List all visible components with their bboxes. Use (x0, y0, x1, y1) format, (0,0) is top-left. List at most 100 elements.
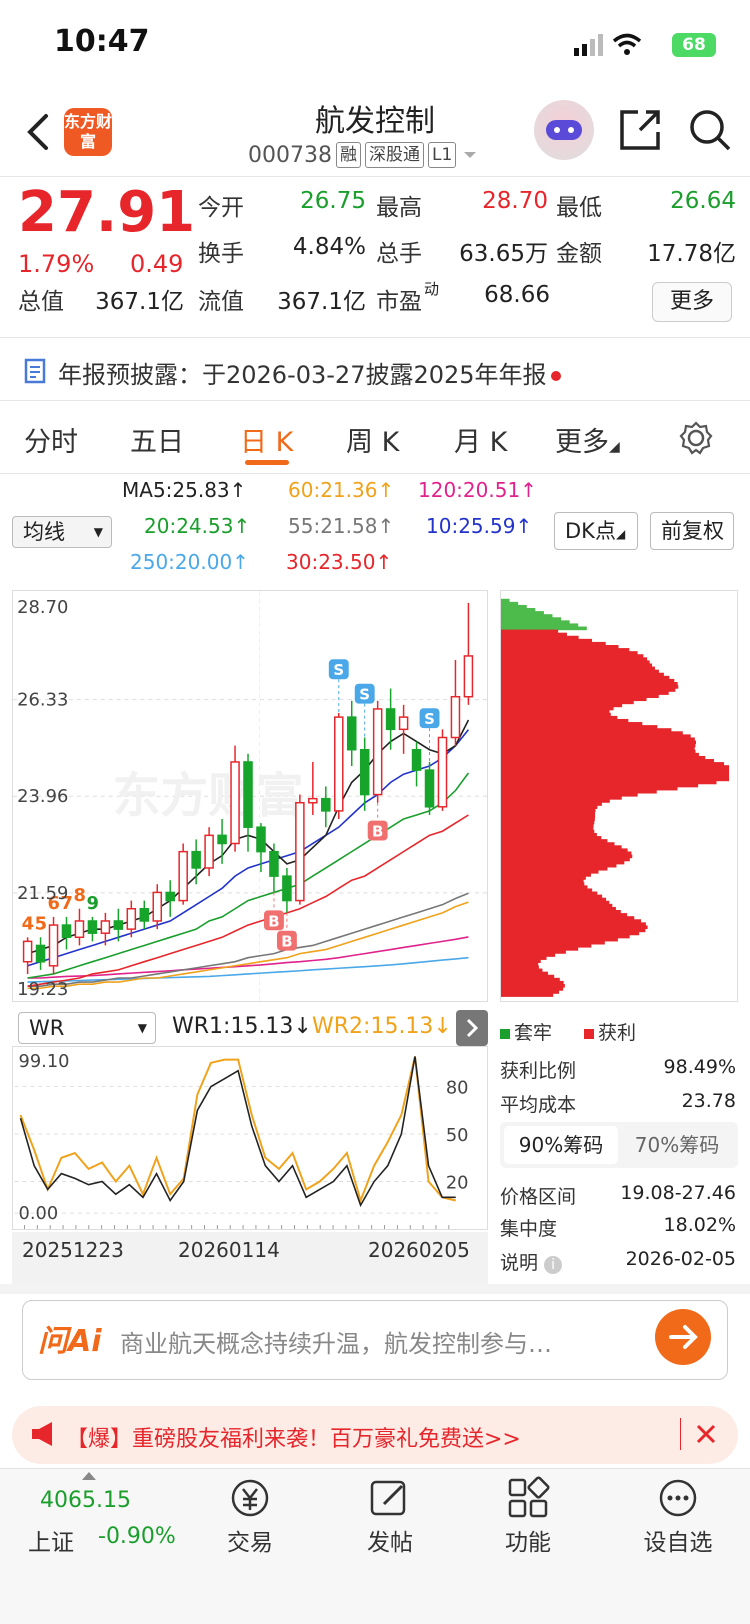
ma-arrow: ↑ (375, 550, 393, 574)
functions-grid-icon[interactable] (506, 1476, 550, 1520)
ma-value: 10:25.59 (426, 514, 516, 538)
more-quote-button[interactable]: 更多 (652, 282, 732, 322)
quote-value: 367.1亿 (277, 289, 366, 315)
candle-down (61, 924, 72, 939)
ma-arrow: ↑ (232, 550, 249, 574)
corner-caret-icon: ◢ (615, 527, 626, 541)
candle-down (424, 769, 435, 808)
candle-down (282, 875, 292, 902)
trade-icon[interactable] (228, 1476, 272, 1520)
ma-value: 20:24.53 (144, 514, 234, 538)
index-value[interactable]: 4065.15 (40, 1488, 131, 1513)
candle-down (165, 891, 175, 902)
candlestick-chart[interactable]: 东方财富4 56 7 8 9BBSSBS28.7026.3323.9621.5919.2… (12, 590, 488, 1002)
quote-label: 总手 (376, 241, 422, 267)
ai-logo: 问Ai (38, 1324, 102, 1359)
ma-value: MA5:25.83 (122, 478, 230, 502)
wr2-arrow: ↓ (433, 1014, 452, 1039)
note-label[interactable]: 说明 i (500, 1248, 563, 1275)
avg-cost-value: 23.78 (681, 1090, 736, 1112)
nav-functions[interactable]: 功能 (478, 1523, 578, 1557)
avg-cost-label: 平均成本 (500, 1094, 577, 1116)
candle-down (35, 944, 46, 963)
index-change[interactable]: -0.90% (98, 1524, 176, 1549)
tab-weekly-k[interactable]: 周 K (346, 420, 399, 459)
candle-up (100, 920, 111, 934)
candle-up (372, 708, 383, 796)
annual-report-notice[interactable]: 年报预披露：于2026-03-27披露2025年年报 (58, 355, 561, 390)
ma-item: 30:23.50↑ (286, 550, 392, 574)
candle-down (87, 920, 98, 934)
tag-margin: 融 (335, 142, 361, 168)
sequence-marker: 8 (73, 885, 85, 906)
ma-item: MA5:25.83↑ (122, 478, 246, 502)
sequence-marker: 9 (86, 893, 98, 914)
tab-chip-70[interactable]: 70%筹码 (620, 1126, 734, 1164)
indicator-select[interactable]: 均线 ▼ (12, 516, 112, 548)
assistant-avatar[interactable] (534, 100, 594, 160)
settings-gear-icon[interactable] (678, 420, 714, 456)
wr2-line (19, 1056, 456, 1204)
signal-letter: S (333, 661, 344, 679)
candle-down (191, 850, 201, 869)
ma-item: 250:20.00↑ (130, 550, 249, 574)
quote-label: 最低 (556, 195, 602, 221)
legend-profit-label: 获利 (598, 1022, 637, 1044)
battery-indicator: 68 (672, 33, 716, 57)
candle-up (398, 716, 409, 731)
tab-intraday[interactable]: 分时 (24, 420, 78, 459)
signal-letter: B (281, 933, 292, 951)
y-axis-label: 21.59 (17, 883, 68, 904)
wr-indicator-chart[interactable]: 80 50 20 99.10 0.00 (12, 1046, 488, 1230)
adjust-price-button[interactable]: 前复权 (650, 512, 734, 550)
wr-bottom-label: 0.00 (19, 1203, 59, 1224)
sub-indicator-select[interactable]: WR ▼ (18, 1012, 156, 1044)
ma-arrow: ↑ (233, 514, 251, 538)
close-icon[interactable] (694, 1422, 718, 1446)
date-label-end: 20260205 (368, 1238, 470, 1262)
more-dots-icon[interactable] (656, 1476, 700, 1520)
date-label-mid: 20260114 (178, 1238, 280, 1262)
indicator-select-label: 均线 (23, 520, 65, 544)
candle-down (217, 834, 227, 845)
candle-up (22, 940, 33, 963)
quote-value: 4.84% (292, 234, 366, 260)
tag-connect: 深股通 (364, 142, 424, 168)
candle-up (74, 920, 85, 939)
tab-more[interactable]: 更多◢ (555, 420, 620, 459)
watermark-text: 东方财富 (113, 769, 304, 824)
signal-letter: S (424, 710, 435, 728)
tab-five-day[interactable]: 五日 (130, 420, 184, 459)
chip-bar (501, 993, 554, 997)
post-icon[interactable] (368, 1476, 412, 1520)
candle-up (308, 797, 318, 804)
ma-item: 55:21.58↑ (288, 514, 394, 538)
quote-value: 17.78亿 (647, 241, 736, 267)
search-icon[interactable] (688, 108, 732, 152)
caret-down-icon[interactable] (460, 149, 480, 161)
chevron-right-icon (466, 1018, 479, 1038)
wr-level-label: 50 (446, 1125, 469, 1146)
tab-daily-k[interactable]: 日 K (240, 420, 293, 459)
notice-text: 年报预披露：于2026-03-27披露2025年年报 (58, 361, 547, 389)
stock-code-row: 000738 融 深股通 L1 (248, 142, 480, 168)
ai-go-button[interactable] (655, 1309, 711, 1365)
ai-prompt-text[interactable]: 商业航天概念持续升温，航发控制参与… (120, 1324, 640, 1359)
expand-panel-button[interactable] (456, 1010, 488, 1046)
quote-label: 流值 (198, 289, 244, 315)
nav-trade[interactable]: 交易 (200, 1523, 300, 1557)
index-name[interactable]: 上证 (28, 1523, 74, 1557)
tab-chip-90[interactable]: 90%筹码 (504, 1126, 618, 1164)
chip-distribution-chart (500, 590, 738, 1002)
sequence-marker: 5 (35, 913, 47, 934)
dk-point-button[interactable]: DK点◢ (554, 512, 638, 550)
nav-add-watchlist[interactable]: 设自选 (628, 1523, 728, 1557)
y-axis-label: 19.23 (17, 979, 68, 1000)
change-value: 0.49 (130, 250, 184, 278)
last-price: 27.91 (18, 180, 196, 245)
ma-value: 30:23.50 (286, 550, 376, 574)
share-icon[interactable] (618, 108, 662, 152)
tab-monthly-k[interactable]: 月 K (454, 420, 507, 459)
nav-post[interactable]: 发帖 (340, 1523, 440, 1557)
status-time: 10:47 (54, 24, 150, 59)
